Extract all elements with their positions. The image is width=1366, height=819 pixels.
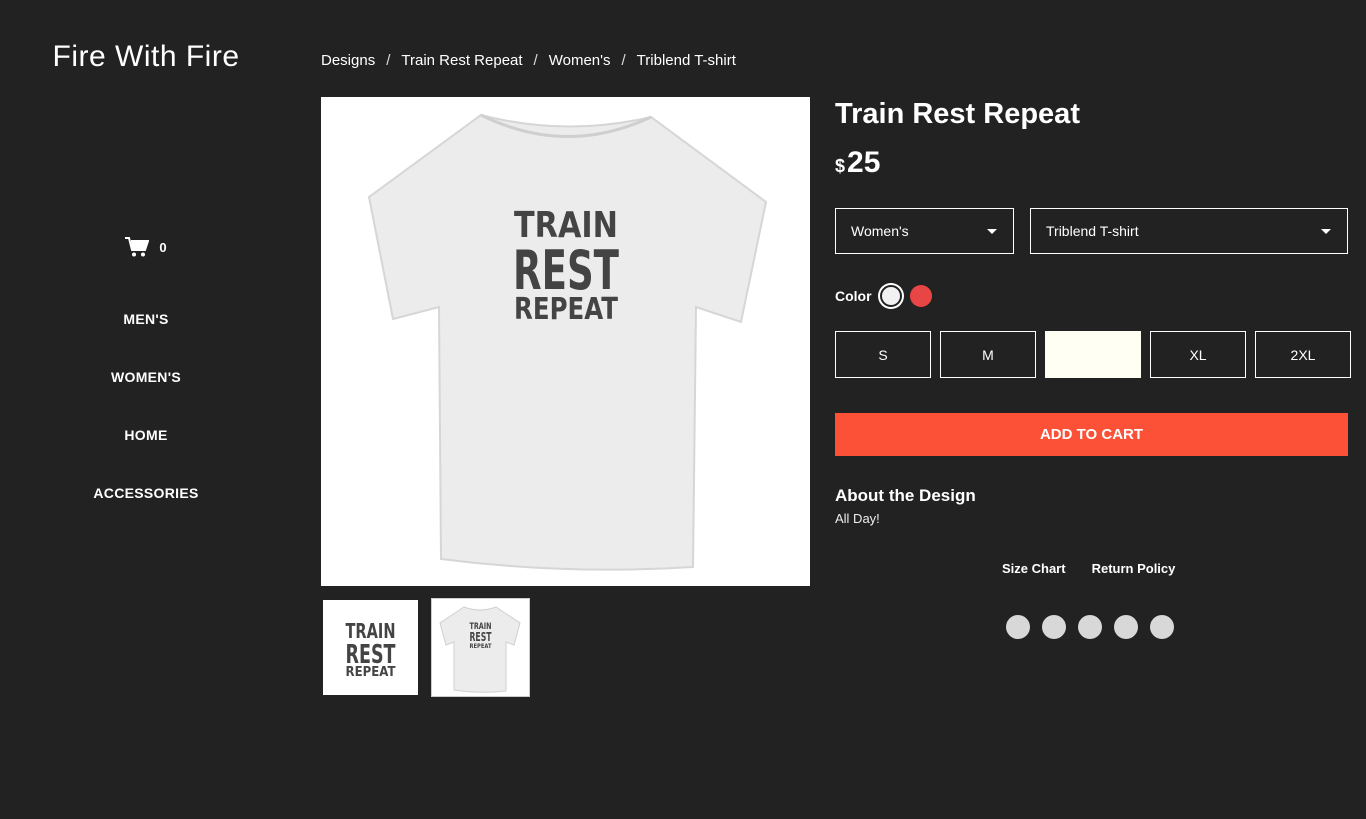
size-l[interactable]: L	[1045, 331, 1141, 378]
breadcrumb-product[interactable]: Triblend T-shirt	[637, 52, 736, 69]
nav-item-mens[interactable]: MEN'S	[0, 290, 292, 348]
product-title: Train Rest Repeat	[835, 98, 1080, 130]
color-swatch-red[interactable]	[909, 285, 932, 307]
product-price: $ 25	[835, 146, 880, 180]
nav-item-womens[interactable]: WOMEN'S	[0, 348, 292, 406]
breadcrumb-design[interactable]: Train Rest Repeat	[401, 52, 522, 69]
svg-text:REST: REST	[470, 630, 493, 644]
breadcrumb-category[interactable]: Women's	[549, 52, 611, 69]
social-icon-3[interactable]	[1078, 615, 1102, 639]
cart-count: 0	[159, 239, 167, 255]
price-currency: $	[835, 156, 846, 176]
social-icon-5[interactable]	[1150, 615, 1174, 639]
color-label: Color	[835, 288, 872, 304]
caret-down-icon	[1321, 229, 1331, 234]
svg-text:REPEAT: REPEAT	[346, 665, 396, 680]
nav-item-home[interactable]: HOME	[0, 406, 292, 464]
size-chart-link[interactable]: Size Chart	[1002, 561, 1066, 576]
price-amount: 25	[847, 146, 881, 179]
size-picker: S M L XL 2XL	[835, 331, 1351, 378]
sidebar-nav: MEN'S WOMEN'S HOME ACCESSORIES	[0, 290, 292, 522]
breadcrumb: Designs / Train Rest Repeat / Women's / …	[321, 52, 736, 69]
social-icon-2[interactable]	[1042, 615, 1066, 639]
thumbnail-shirt[interactable]: TRAIN REST REPEAT	[431, 598, 530, 697]
breadcrumb-designs[interactable]: Designs	[321, 52, 375, 69]
cart-icon	[125, 236, 150, 258]
social-icon-1[interactable]	[1006, 615, 1030, 639]
breadcrumb-separator: /	[386, 52, 391, 69]
cart-button[interactable]: 0	[0, 236, 292, 258]
size-m[interactable]: M	[940, 331, 1036, 378]
about-heading: About the Design	[835, 486, 976, 505]
return-policy-link[interactable]: Return Policy	[1092, 561, 1176, 576]
style-select[interactable]: Triblend T-shirt	[1030, 208, 1348, 254]
size-2xl[interactable]: 2XL	[1255, 331, 1351, 378]
add-to-cart-button[interactable]: ADD TO CART	[835, 413, 1348, 456]
breadcrumb-separator: /	[621, 52, 626, 69]
caret-down-icon	[987, 229, 997, 234]
social-icon-4[interactable]	[1114, 615, 1138, 639]
gender-select[interactable]: Women's	[835, 208, 1014, 254]
design-line-3: REPEAT	[514, 292, 618, 327]
svg-text:REPEAT: REPEAT	[470, 643, 493, 650]
nav-item-accessories[interactable]: ACCESSORIES	[0, 464, 292, 522]
size-s[interactable]: S	[835, 331, 931, 378]
color-picker: Color	[835, 285, 940, 307]
about-text: All Day!	[835, 511, 880, 526]
product-image[interactable]: TRAIN REST REPEAT	[321, 97, 810, 586]
tshirt-shape	[367, 113, 768, 571]
store-name[interactable]: Fire With Fire	[0, 40, 292, 74]
thumbnail-design[interactable]: TRAIN REST REPEAT	[323, 600, 418, 695]
style-select-value: Triblend T-shirt	[1046, 223, 1139, 239]
gender-select-value: Women's	[851, 223, 909, 239]
social-share	[1006, 615, 1174, 639]
breadcrumb-separator: /	[533, 52, 538, 69]
size-xl[interactable]: XL	[1150, 331, 1246, 378]
info-links: Size Chart Return Policy	[1002, 561, 1175, 576]
color-swatch-white[interactable]	[879, 285, 902, 307]
